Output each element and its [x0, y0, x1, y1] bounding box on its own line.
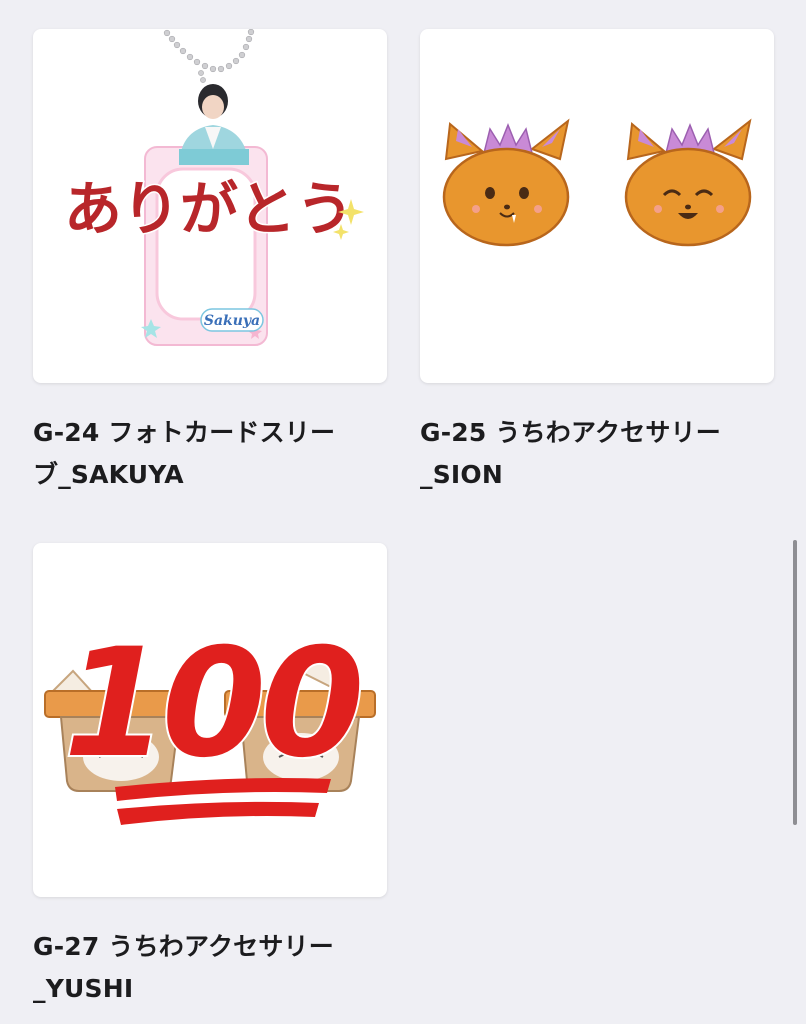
name-script-text: Sakuya: [204, 313, 260, 329]
product-title-g24[interactable]: G-24 フォトカードスリー ブ_SAKUYA: [33, 412, 383, 496]
photocard-sleeve-image: ありがとう Sakuya: [62, 29, 364, 346]
product-title-line2: _SION: [420, 460, 503, 489]
product-grid-page: ありがとう Sakuya G-24 フォトカードスリー ブ_SAKUYA G-2…: [0, 0, 806, 1024]
product-card-g27-image[interactable]: 100: [33, 543, 387, 897]
product-title-line1: G-24 フォトカードスリー: [33, 418, 336, 447]
hundred-accessory-image: 100: [44, 615, 376, 825]
headline-text: ありがとう: [64, 175, 354, 243]
fox-face-right-icon: [624, 118, 752, 247]
product-title-line2: ブ_SAKUYA: [33, 460, 184, 489]
product-card-g24-image[interactable]: ありがとう Sakuya: [33, 29, 387, 383]
product-card-g25-image[interactable]: [420, 29, 774, 383]
product-title-line2: _YUSHI: [33, 974, 134, 1003]
fox-face-left-icon: [442, 118, 570, 247]
hundred-number-text: 100: [63, 617, 360, 791]
product-title-line1: G-25 うちわアクセサリー: [420, 418, 721, 447]
fox-accessory-image: [442, 118, 752, 247]
product-title-g25[interactable]: G-25 うちわアクセサリー _SION: [420, 412, 770, 496]
product-title-line1: G-27 うちわアクセサリー: [33, 932, 334, 961]
vertical-scrollbar[interactable]: [793, 540, 797, 825]
product-title-g27[interactable]: G-27 うちわアクセサリー _YUSHI: [33, 926, 383, 1010]
